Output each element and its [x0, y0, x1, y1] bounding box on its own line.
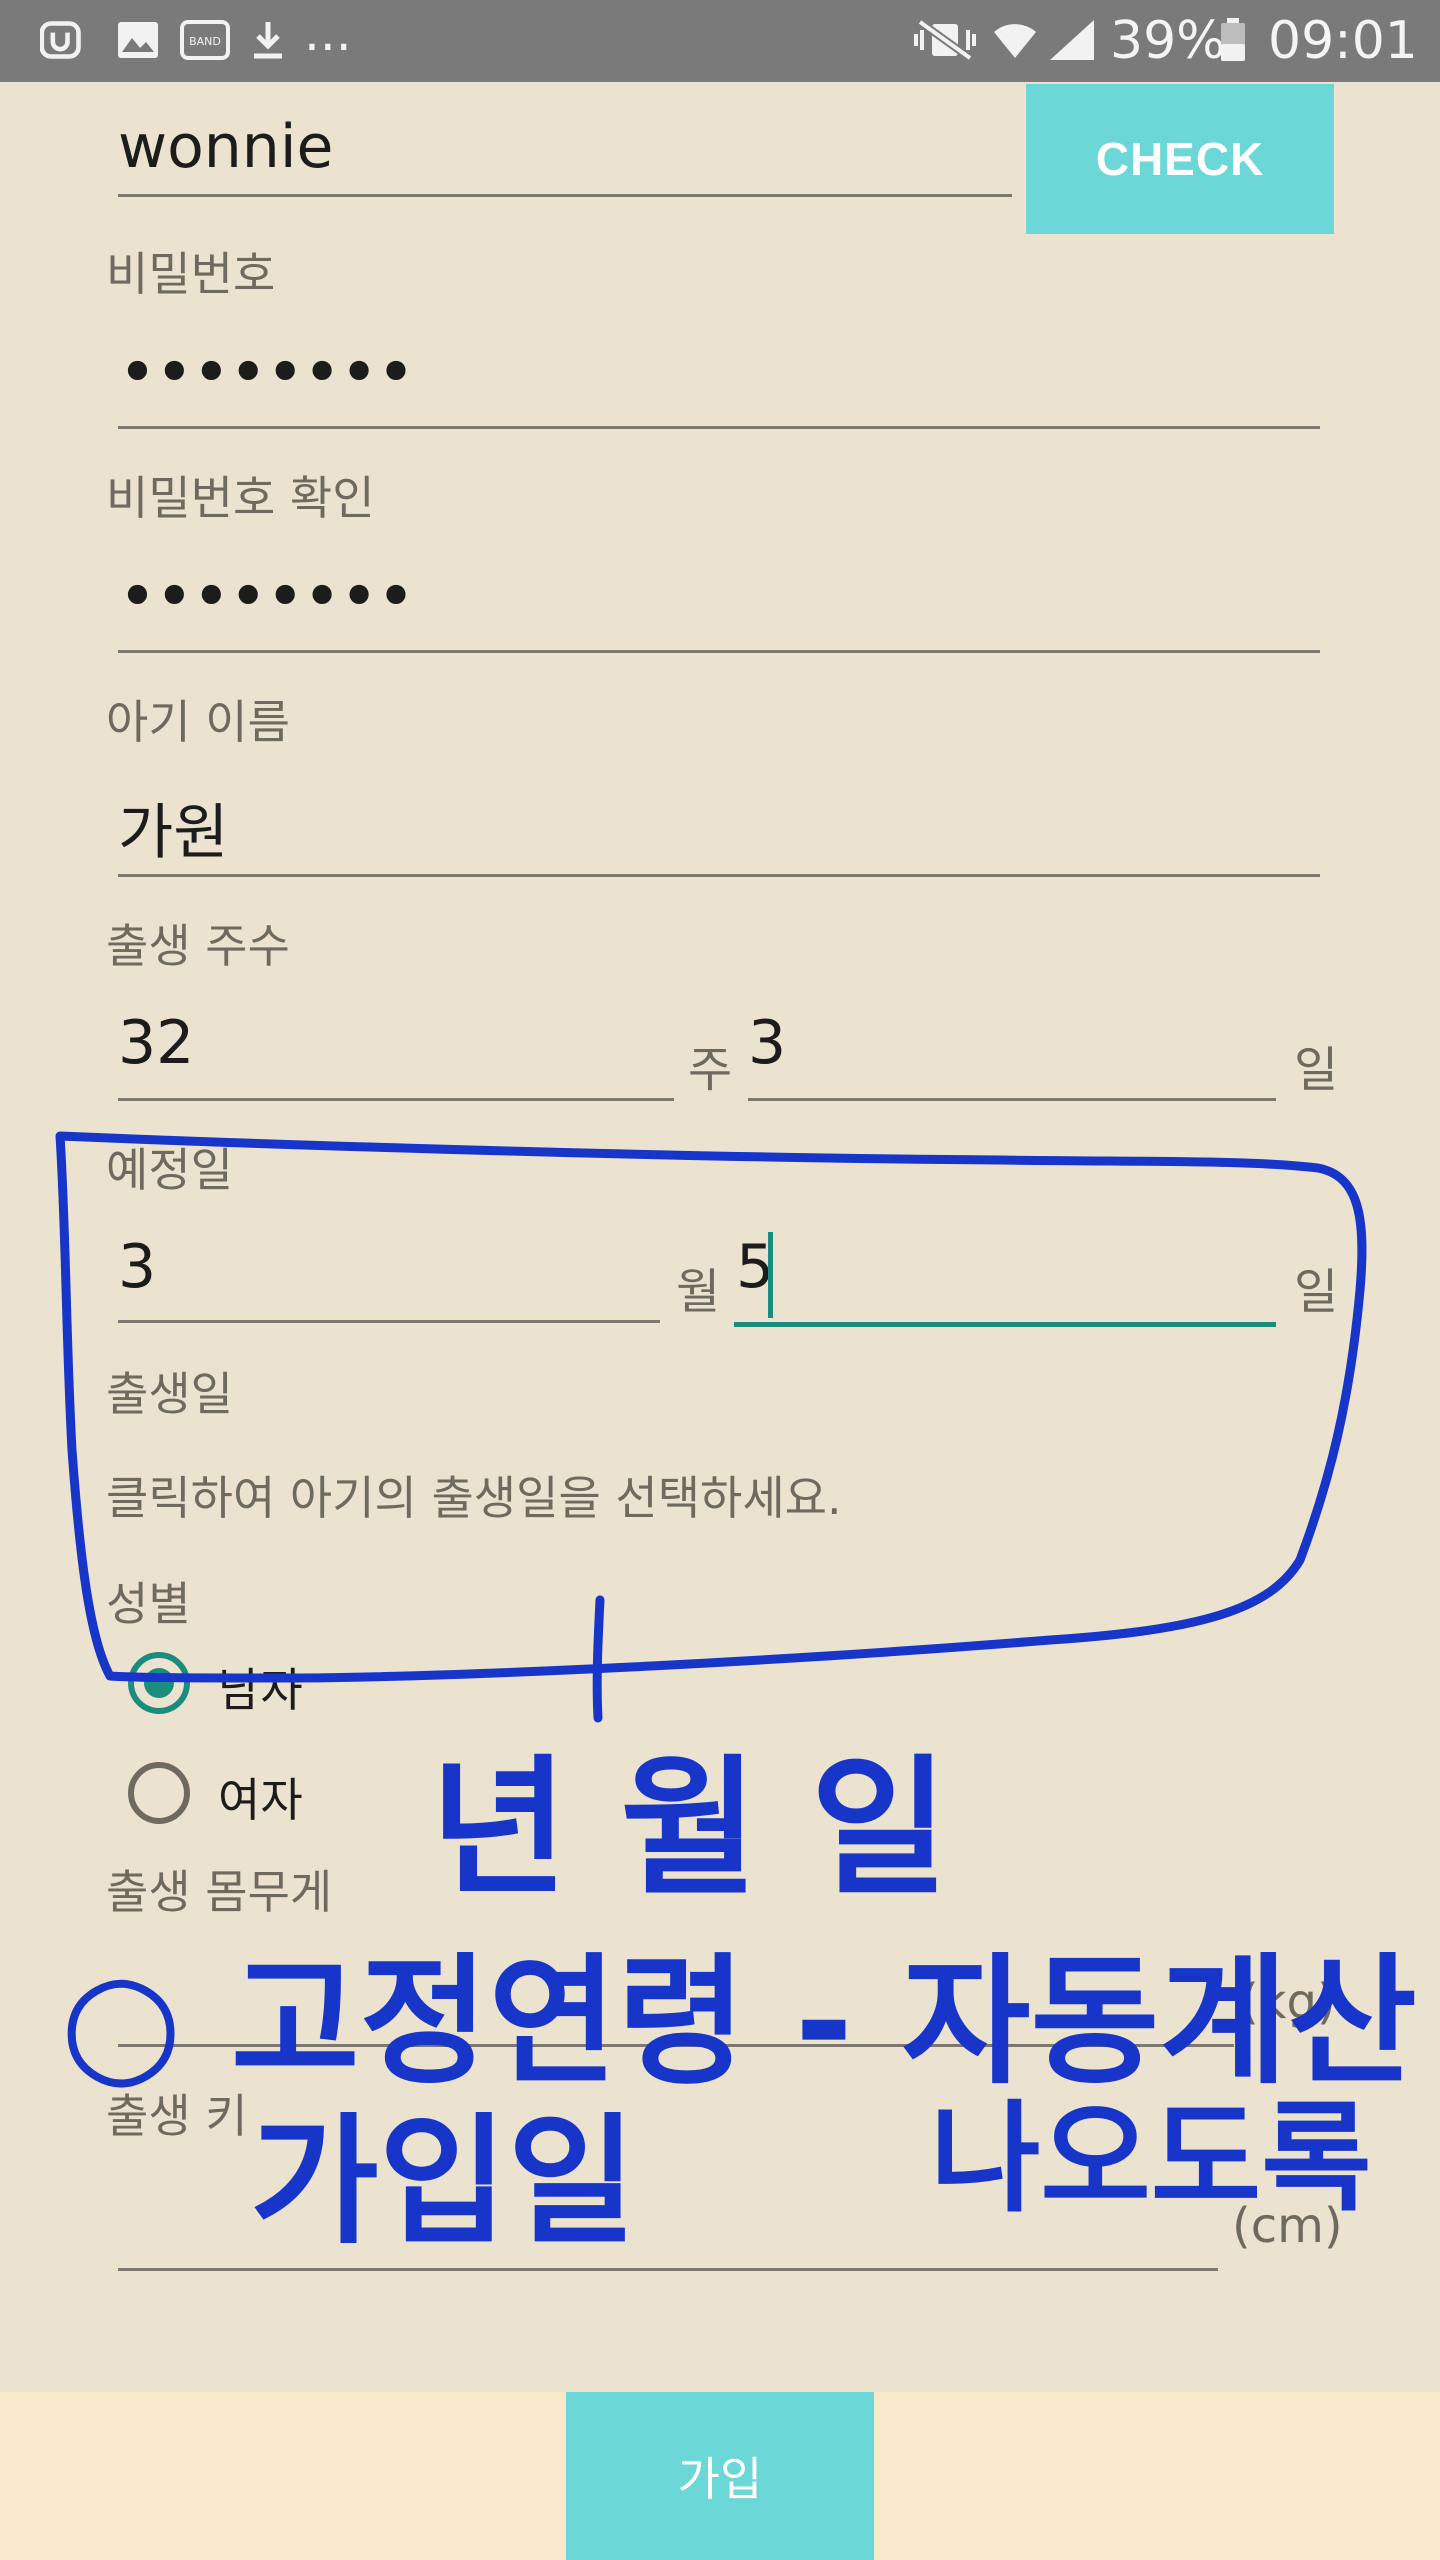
birth-date-label: 출생일	[106, 1367, 233, 1421]
battery-percent: 39%	[1110, 11, 1226, 71]
due-date-label: 예정일	[106, 1143, 233, 1197]
weeks-unit: 주	[688, 1042, 733, 1098]
user-id-underline	[118, 194, 1012, 197]
clock: 09:01	[1268, 11, 1418, 71]
password-confirm-input[interactable]: ••••••••	[118, 558, 415, 635]
password-label: 비밀번호	[106, 247, 276, 301]
gender-male-label[interactable]: 남자	[218, 1654, 303, 1720]
gestation-weeks-input[interactable]: 32	[118, 1008, 194, 1078]
signal-icon	[1048, 18, 1096, 62]
text-cursor	[768, 1232, 773, 1318]
user-id-input[interactable]: wonnie	[118, 112, 333, 182]
due-month-underline	[118, 1320, 660, 1323]
baby-name-label: 아기 이름	[106, 695, 290, 749]
gestation-days-underline	[748, 1098, 1276, 1101]
baby-name-input[interactable]: 가원	[118, 784, 228, 871]
gender-female-radio[interactable]	[128, 1762, 190, 1824]
download-icon	[246, 18, 290, 62]
birth-weight-input[interactable]	[118, 2044, 1234, 2047]
annotation-arrow-line	[592, 1595, 605, 1723]
weight-unit: (kg)	[1240, 1974, 1336, 2030]
gallery-icon	[116, 18, 160, 62]
annotation-date-text: 년 월 일	[430, 1742, 948, 1916]
gestation-label: 출생 주수	[106, 919, 290, 973]
status-overflow: ...	[304, 4, 352, 62]
join-button[interactable]: 가입	[566, 2392, 874, 2560]
gestation-weeks-underline	[118, 1098, 674, 1101]
band-icon-text: BAND	[189, 35, 221, 48]
due-month-input[interactable]: 3	[118, 1232, 156, 1302]
annotation-auto-age-text: ○ 고정연령 - 자동계산	[60, 1941, 1417, 2104]
birth-date-picker[interactable]: 클릭하여 아기의 출생일을 선택하세요.	[106, 1462, 842, 1528]
birth-height-label: 출생 키	[106, 2089, 248, 2143]
month-unit: 월	[676, 1264, 721, 1320]
gender-female-label[interactable]: 여자	[218, 1764, 303, 1830]
gender-male-radio[interactable]	[128, 1652, 190, 1714]
baby-name-underline	[118, 874, 1320, 877]
birth-height-input[interactable]	[118, 2268, 1218, 2271]
due-day-underline	[734, 1322, 1276, 1327]
gestation-days-input[interactable]: 3	[748, 1008, 786, 1078]
password-input[interactable]: ••••••••	[118, 334, 415, 411]
password-underline	[118, 426, 1320, 429]
wifi-icon	[990, 18, 1040, 62]
annotation-join-date-text: 가입일	[250, 2101, 636, 2264]
battery-icon	[1218, 18, 1248, 62]
band-app-icon: BAND	[180, 18, 230, 62]
height-unit: (cm)	[1232, 2198, 1343, 2254]
mute-vibrate-icon	[910, 18, 980, 62]
gender-label: 성별	[106, 1577, 191, 1631]
check-id-button[interactable]: CHECK	[1026, 84, 1334, 234]
day-unit: 일	[1294, 1264, 1339, 1320]
annotation-box	[55, 1131, 1367, 1683]
u-plus-icon	[40, 18, 84, 62]
status-bar: BAND ... 39% 09:01	[0, 0, 1440, 82]
birth-weight-label: 출생 몸무게	[106, 1865, 333, 1919]
password-confirm-underline	[118, 650, 1320, 653]
days-unit: 일	[1294, 1042, 1339, 1098]
password-confirm-label: 비밀번호 확인	[106, 471, 375, 525]
